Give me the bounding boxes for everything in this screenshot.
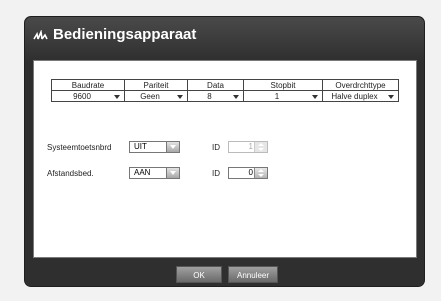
remote-control-id-stepper[interactable]: 0	[228, 167, 268, 179]
baudrate-select[interactable]: 9600	[51, 90, 125, 102]
header-transfer-type: Overdrchttype	[322, 79, 399, 91]
baudrate-value: 9600	[73, 91, 91, 101]
stopbit-select[interactable]: 1	[243, 90, 323, 102]
header-parity: Pariteit	[124, 79, 188, 91]
serial-settings-table: Baudrate Pariteit Data Stopbit Overdrcht…	[51, 79, 399, 102]
chevron-down-icon	[166, 168, 179, 178]
header-stopbit: Stopbit	[243, 79, 323, 91]
remote-control-id-value: 0	[248, 168, 253, 177]
stepper-arrows-icon[interactable]	[254, 142, 267, 152]
system-keyboard-label: Systeemtoetsnbrd	[47, 143, 112, 152]
transfer-type-value: Halve duplex	[331, 91, 378, 101]
dialog-window: Bedieningsapparaat Baudrate Pariteit Dat…	[24, 16, 425, 287]
chevron-down-icon	[388, 94, 394, 99]
parity-value: Geen	[140, 91, 160, 101]
chevron-down-icon	[233, 94, 239, 99]
chevron-down-icon	[114, 94, 120, 99]
remote-control-value: AAN	[134, 168, 151, 177]
dialog-frame: Bedieningsapparaat Baudrate Pariteit Dat…	[25, 17, 424, 286]
stopbit-value: 1	[274, 91, 280, 101]
dialog-title-text: Bedieningsapparaat	[53, 26, 197, 43]
system-keyboard-dropdown[interactable]: UIT	[129, 141, 180, 153]
system-keyboard-value: UIT	[134, 142, 147, 151]
chevron-down-icon	[177, 94, 183, 99]
system-keyboard-id-label: ID	[212, 143, 220, 152]
chevron-down-icon	[166, 142, 179, 152]
data-select[interactable]: 8	[187, 90, 244, 102]
signal-wave-icon	[33, 29, 49, 40]
remote-control-label: Afstandsbed.	[47, 169, 94, 178]
header-baudrate: Baudrate	[51, 79, 125, 91]
ok-button[interactable]: OK	[176, 266, 222, 283]
chevron-down-icon	[312, 94, 318, 99]
remote-control-dropdown[interactable]: AAN	[129, 167, 180, 179]
parity-select[interactable]: Geen	[124, 90, 188, 102]
transfer-type-select[interactable]: Halve duplex	[322, 90, 399, 102]
system-keyboard-id-value: 1	[248, 142, 253, 151]
stepper-arrows-icon[interactable]	[254, 168, 267, 178]
cancel-button[interactable]: Annuleer	[228, 266, 278, 283]
dialog-title: Bedieningsapparaat	[33, 26, 196, 43]
data-value: 8	[207, 91, 212, 101]
header-data: Data	[187, 79, 244, 91]
system-keyboard-id-stepper[interactable]: 1	[228, 141, 268, 153]
remote-control-id-label: ID	[212, 169, 220, 178]
settings-panel: Baudrate Pariteit Data Stopbit Overdrcht…	[33, 60, 417, 258]
